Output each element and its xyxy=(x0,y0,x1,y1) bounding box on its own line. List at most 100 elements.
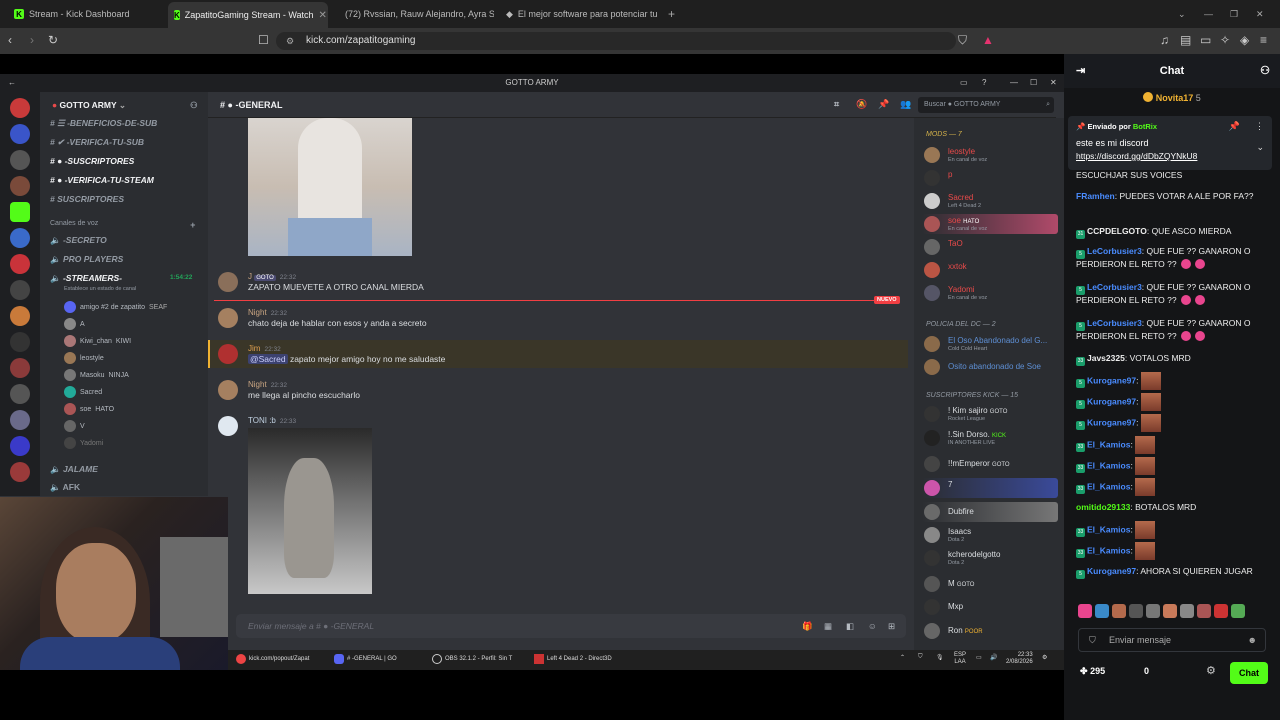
gift-icon[interactable]: 🎁 xyxy=(802,614,813,638)
emote-icon[interactable] xyxy=(1129,604,1143,618)
avatar[interactable] xyxy=(218,380,238,400)
chat-username[interactable]: LeCorbusier3 xyxy=(1087,318,1142,328)
kick-server-icon[interactable] xyxy=(10,202,30,222)
chat-username[interactable]: Javs2325 xyxy=(1087,353,1125,363)
member[interactable]: Isaacs Dota 2 xyxy=(922,525,1058,545)
tab-zapatito-stream[interactable]: K ZapatitoGaming Stream - Watch ✕ xyxy=(168,2,328,28)
mute-icon[interactable]: 🔕 xyxy=(856,99,867,110)
voice-user[interactable]: V xyxy=(64,420,85,432)
user-settings-icon[interactable]: ⚇ xyxy=(1260,54,1270,88)
server-icon[interactable] xyxy=(10,124,30,144)
more-options-icon[interactable]: ⋮ xyxy=(1255,121,1264,132)
star-icon[interactable]: ✧ xyxy=(1220,33,1230,47)
server-icon[interactable] xyxy=(10,384,30,404)
pinned-link[interactable]: https://discord.gg/dDbZQYNkU8 xyxy=(1076,151,1197,161)
minimize-icon[interactable]: — xyxy=(1198,4,1219,24)
chat-username[interactable]: Kurogane97 xyxy=(1087,396,1136,406)
voice-channel[interactable]: 🔈 AFK xyxy=(50,482,80,493)
voice-channel[interactable]: 🔈 JALAME xyxy=(50,464,98,475)
message-author[interactable]: TONI :b 22:33 xyxy=(248,416,296,425)
add-channel-icon[interactable]: + xyxy=(190,220,195,230)
server-icon[interactable] xyxy=(10,98,30,118)
back-icon[interactable]: ‹ xyxy=(8,33,12,47)
message-image[interactable] xyxy=(248,428,372,594)
member[interactable]: p xyxy=(922,168,1058,188)
chat-username[interactable]: Kurogane97 xyxy=(1087,375,1136,385)
emote-icon[interactable] xyxy=(1197,604,1211,618)
threads-icon[interactable]: ⌗ xyxy=(834,99,839,110)
voice-header[interactable]: Canales de voz xyxy=(50,220,98,227)
site-info-icon[interactable]: ⚙ xyxy=(286,32,294,50)
pin-icon[interactable]: 📌 xyxy=(878,99,889,110)
points-count[interactable]: 0 xyxy=(1144,666,1149,676)
tray-icon[interactable]: ⛉ xyxy=(918,654,923,661)
member[interactable]: soe HATO En canal de voz xyxy=(922,214,1058,234)
channel-item[interactable]: # ✔ -VERIFICA-TU-SUB xyxy=(50,137,144,148)
server-icon[interactable] xyxy=(10,436,30,456)
add-user-icon[interactable]: ⚇ xyxy=(190,100,198,111)
server-icon[interactable] xyxy=(10,176,30,196)
chat-username[interactable]: El_Kamios xyxy=(1087,524,1130,534)
menu-icon[interactable]: ≡ xyxy=(1260,33,1267,47)
emote-icon[interactable] xyxy=(1146,604,1160,618)
taskbar-item[interactable]: OBS 32.1.2 - Perfil: Sin T xyxy=(432,654,512,664)
forward-icon[interactable]: › xyxy=(30,33,34,47)
network-icon[interactable]: ▭ xyxy=(976,654,982,661)
close-window-icon[interactable]: ✕ xyxy=(1250,4,1270,24)
message-image[interactable] xyxy=(248,118,412,256)
chat-username[interactable]: El_Kamios xyxy=(1087,481,1130,491)
chat-username[interactable]: Kurogane97 xyxy=(1087,566,1136,576)
voice-user[interactable]: Masoku NINJA xyxy=(64,369,129,381)
member[interactable]: Osito abandonado de Soe xyxy=(922,357,1058,377)
member[interactable]: El Oso Abandonado del G... Cold Cold Hear… xyxy=(922,334,1058,354)
help-icon[interactable]: ? xyxy=(982,74,986,92)
language-indicator[interactable]: ESP LAA xyxy=(954,652,966,666)
message-author[interactable]: J GOTO 22:32 xyxy=(248,272,296,281)
minimize-icon[interactable]: — xyxy=(1010,74,1018,92)
channel-item[interactable]: # ● -VERIFICA-TU-STEAM xyxy=(50,175,154,185)
chat-username[interactable]: El_Kamios xyxy=(1087,439,1130,449)
volume-icon[interactable]: 🔊 xyxy=(990,654,997,661)
member[interactable]: Ron POOR xyxy=(922,621,1058,641)
voice-user[interactable]: leostyle xyxy=(64,352,104,364)
member[interactable]: Mxp xyxy=(922,597,1058,617)
channel-item[interactable]: # ☰ -BENEFICIOS-DE-SUB xyxy=(50,118,157,129)
url-field[interactable]: ⚙ kick.com/zapatitogaming xyxy=(276,32,956,50)
member[interactable]: ! Kim sajiro GOTO Rocket League xyxy=(922,404,1058,424)
pin-icon[interactable]: 📌 xyxy=(1229,121,1240,132)
member[interactable]: 7 xyxy=(922,478,1058,498)
server-icon[interactable] xyxy=(10,462,30,482)
voice-user[interactable]: Yadomi xyxy=(64,437,103,449)
message-author[interactable]: Night 22:32 xyxy=(248,308,287,317)
chat-username[interactable]: Kurogane97 xyxy=(1087,417,1136,427)
message-author[interactable]: Jim 22:32 xyxy=(248,344,281,353)
emoji-icon[interactable]: ☺ xyxy=(868,614,877,638)
viewer-count[interactable]: ✤ 295 xyxy=(1080,666,1105,677)
chat-username[interactable]: LeCorbusier3 xyxy=(1087,282,1142,292)
voice-channel[interactable]: 🔈 -SECRETO xyxy=(50,235,107,246)
voice-channel[interactable]: 🔈 PRO PLAYERS xyxy=(50,254,123,265)
voice-user[interactable]: Kiwi_chan KIWI xyxy=(64,335,131,347)
tab-youtube[interactable]: (72) Rvssian, Rauw Alejandro, Ayra St xyxy=(334,4,494,24)
maximize-icon[interactable]: ☐ xyxy=(1030,74,1037,92)
reload-icon[interactable]: ↻ xyxy=(48,33,58,47)
collapse-chat-icon[interactable]: ⇥ xyxy=(1076,54,1085,88)
clock[interactable]: 22:33 2/08/2026 xyxy=(1006,652,1033,666)
member[interactable]: xxtok xyxy=(922,260,1058,280)
inbox-icon[interactable]: ▭ xyxy=(960,74,968,92)
vpn-icon[interactable]: ◈ xyxy=(1240,33,1249,47)
tab-obs[interactable]: ◆ El mejor software para potenciar tu st xyxy=(500,4,660,24)
tab-kick-dashboard[interactable]: K Stream - Kick Dashboard xyxy=(8,4,168,24)
channel-item[interactable]: # ● -SUSCRIPTORES xyxy=(50,156,134,166)
user-mention[interactable]: @Sacred xyxy=(248,354,288,364)
mic-icon[interactable]: 🎙 xyxy=(936,654,944,661)
member[interactable]: !!mEmperor GOTO xyxy=(922,454,1058,474)
back-arrow-icon[interactable]: ← xyxy=(8,74,16,92)
notification-icon[interactable]: ⚙ xyxy=(1042,654,1047,661)
shield-icon[interactable]: ⛉ xyxy=(958,33,967,48)
member[interactable]: kcherodelgotto Dota 2 xyxy=(922,548,1058,568)
server-icon[interactable] xyxy=(10,306,30,326)
message-author[interactable]: Night 22:32 xyxy=(248,380,287,389)
member[interactable]: !.Sin Dorso. KICK IN ANOTHER LIVE xyxy=(922,428,1058,448)
member[interactable]: Sacred Left 4 Dead 2 xyxy=(922,191,1058,211)
